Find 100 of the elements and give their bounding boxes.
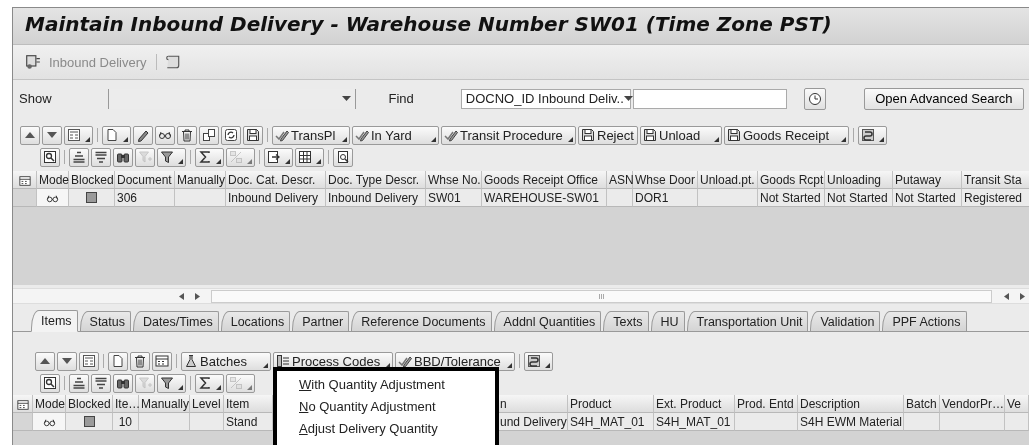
advanced-search-button[interactable]: Open Advanced Search	[863, 87, 1024, 110]
document-button[interactable]	[102, 125, 131, 145]
column-header[interactable]: Ve	[1005, 395, 1029, 413]
filter-button[interactable]	[157, 147, 186, 167]
column-header[interactable]: ASN	[607, 171, 633, 189]
toolbar-button[interactable]: Goods Receipt	[724, 125, 849, 145]
table-cell[interactable]	[33, 413, 66, 431]
column-header[interactable]: Document	[115, 171, 175, 189]
up-arrow-button[interactable]	[20, 125, 40, 145]
find-field-dropdown[interactable]: DOCNO_ID Inbound Deliv..	[460, 88, 631, 109]
column-header[interactable]: Manually	[175, 171, 226, 189]
refresh-button[interactable]	[221, 125, 241, 145]
column-header[interactable]: Blocked	[66, 395, 113, 413]
checkbox[interactable]	[86, 192, 97, 203]
tab[interactable]: Reference Documents	[351, 311, 492, 331]
tab[interactable]: Status	[79, 311, 131, 331]
details-button[interactable]	[40, 147, 60, 167]
scrollbar-thumb[interactable]	[211, 289, 992, 303]
tab[interactable]: PPF Actions	[882, 311, 967, 331]
column-header[interactable]: Putaway	[893, 171, 962, 189]
pencil-button[interactable]	[133, 125, 153, 145]
sort-descending-button[interactable]	[91, 373, 111, 393]
menu-item[interactable]: Adjust Delivery Quantity	[277, 418, 495, 440]
export-button[interactable]	[264, 147, 293, 167]
column-header[interactable]: Prod. Entd	[735, 395, 798, 413]
column-header[interactable]: Whse No.	[426, 171, 482, 189]
sum-button[interactable]	[195, 147, 224, 167]
loop-icon	[527, 354, 541, 368]
sum-button[interactable]	[195, 373, 224, 393]
toolbar-button[interactable]: Transit Procedure	[441, 125, 576, 145]
column-header[interactable]: Unloading	[825, 171, 893, 189]
toolbar-button[interactable]: In Yard	[352, 125, 439, 145]
column-header[interactable]: Goods Rcpt	[758, 171, 825, 189]
layout-button[interactable]	[64, 125, 93, 145]
sort-ascending-button[interactable]	[69, 147, 89, 167]
copy-button[interactable]	[199, 125, 219, 145]
column-header[interactable]: Batch	[904, 395, 940, 413]
column-header[interactable]: Ite…	[113, 395, 139, 413]
column-header[interactable]: Ext. Product	[654, 395, 735, 413]
toolbar-button[interactable]: Batches	[181, 351, 271, 371]
column-header[interactable]: n	[498, 395, 568, 413]
table-settings-button[interactable]	[152, 351, 172, 371]
save-button[interactable]	[243, 125, 263, 145]
tab[interactable]: Partner	[292, 311, 350, 331]
tab[interactable]: Locations	[220, 311, 291, 331]
column-header[interactable]: VendorPr…	[940, 395, 1005, 413]
column-header[interactable]: Item	[224, 395, 273, 413]
column-header[interactable]: Doc. Cat. Descr.	[226, 171, 326, 189]
details-button[interactable]	[40, 373, 60, 393]
sort-descending-button[interactable]	[91, 147, 111, 167]
toolbar-button[interactable]: Unload	[640, 125, 722, 145]
down-arrow-button[interactable]	[42, 125, 62, 145]
table-cell[interactable]	[37, 189, 69, 207]
tab[interactable]: Dates/Times	[133, 311, 219, 331]
column-header[interactable]: Description	[798, 395, 904, 413]
tab[interactable]: Transportation Unit	[686, 311, 809, 331]
document-button[interactable]	[108, 351, 128, 371]
column-header[interactable]: Blocked	[69, 171, 115, 189]
grid-button[interactable]	[295, 147, 324, 167]
column-header[interactable]: Manually	[139, 395, 190, 413]
loop-button[interactable]	[858, 125, 887, 145]
history-button[interactable]	[803, 87, 826, 110]
header-cell[interactable]	[13, 395, 33, 413]
tab[interactable]: Addnl Quantities	[493, 311, 602, 331]
layout-button[interactable]	[79, 351, 99, 371]
save-icon	[581, 128, 595, 142]
up-arrow-button[interactable]	[35, 351, 55, 371]
search-input[interactable]	[632, 88, 787, 109]
tab[interactable]: Texts	[603, 311, 649, 331]
filter-button[interactable]	[157, 373, 186, 393]
column-header[interactable]: Product	[568, 395, 654, 413]
menu-item[interactable]: With Quantity Adjustment	[277, 374, 495, 396]
print-preview-button[interactable]	[333, 147, 353, 167]
binoculars-icon	[116, 376, 130, 390]
checkbox[interactable]	[83, 416, 95, 427]
binoculars-button[interactable]	[113, 147, 133, 167]
column-header[interactable]: Level	[190, 395, 224, 413]
toolbar-button[interactable]: TransPl	[272, 125, 350, 145]
column-header[interactable]: Doc. Type Descr.	[326, 171, 426, 189]
refresh-icon	[224, 128, 238, 142]
menu-item[interactable]: No Quantity Adjustment	[277, 396, 495, 418]
tab[interactable]: Items	[31, 310, 78, 332]
down-arrow-button[interactable]	[57, 351, 77, 371]
tab[interactable]: HU	[650, 311, 685, 331]
column-header[interactable]: Goods Receipt Office	[482, 171, 607, 189]
column-header[interactable]: Whse Door	[633, 171, 698, 189]
trash-button[interactable]	[130, 351, 150, 371]
column-header[interactable]: Unload.pt.	[698, 171, 758, 189]
binoculars-button[interactable]	[113, 373, 133, 393]
tab[interactable]: Validation	[810, 311, 881, 331]
column-header[interactable]: Mode	[37, 171, 69, 189]
toolbar-button[interactable]: Reject	[578, 125, 638, 145]
sort-ascending-button[interactable]	[69, 373, 89, 393]
header-cell[interactable]	[13, 171, 37, 189]
loop-button[interactable]	[524, 351, 553, 371]
app-document-icon	[25, 54, 41, 70]
glasses-button[interactable]	[155, 125, 175, 145]
column-header[interactable]: Mode	[33, 395, 66, 413]
column-header[interactable]: Transit Sta	[962, 171, 1029, 189]
trash-button[interactable]	[177, 125, 197, 145]
